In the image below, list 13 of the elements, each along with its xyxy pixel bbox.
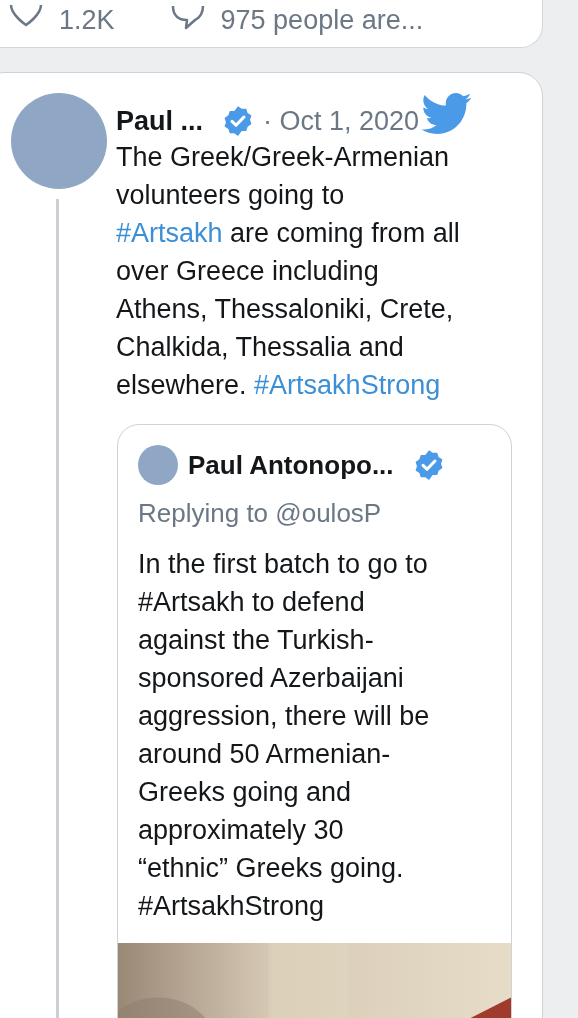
tweet-text: The Greek/Greek-Armenian volunteers going to #Artsakh are coming from all over Greece including Athens, Thessaloniki, Crete, Chalkida, Thessalia and elsewhere. #ArtsakhStrong [116, 141, 461, 402]
replying-to-text: Replying to @oulosP [138, 497, 383, 530]
quoted-author-name: Paul Antonopo... [188, 448, 394, 482]
hashtag-link[interactable]: #ArtsakhStrong [254, 370, 441, 400]
author-name[interactable]: Paul ... [116, 100, 204, 142]
hashtag-link[interactable]: #Artsakh [116, 218, 223, 248]
tweet-date[interactable]: · Oct 1, 2020 [263, 100, 420, 142]
conversation-text[interactable]: 975 people are... [220, 6, 424, 34]
like-count: 1.2K [59, 6, 115, 34]
quoted-tweet-text: In the first batch to go to #Artsakh to defend against the Turkish- sponsored Azerbaijani aggression, there will be around 50 Armenian- Greeks going and approximately 30 “ethnic” Greeks going. #ArtsakhStrong [138, 548, 431, 923]
avatar [138, 445, 178, 485]
bird-icon[interactable] [421, 93, 474, 135]
quoted-tweet-card[interactable] [117, 424, 512, 1018]
